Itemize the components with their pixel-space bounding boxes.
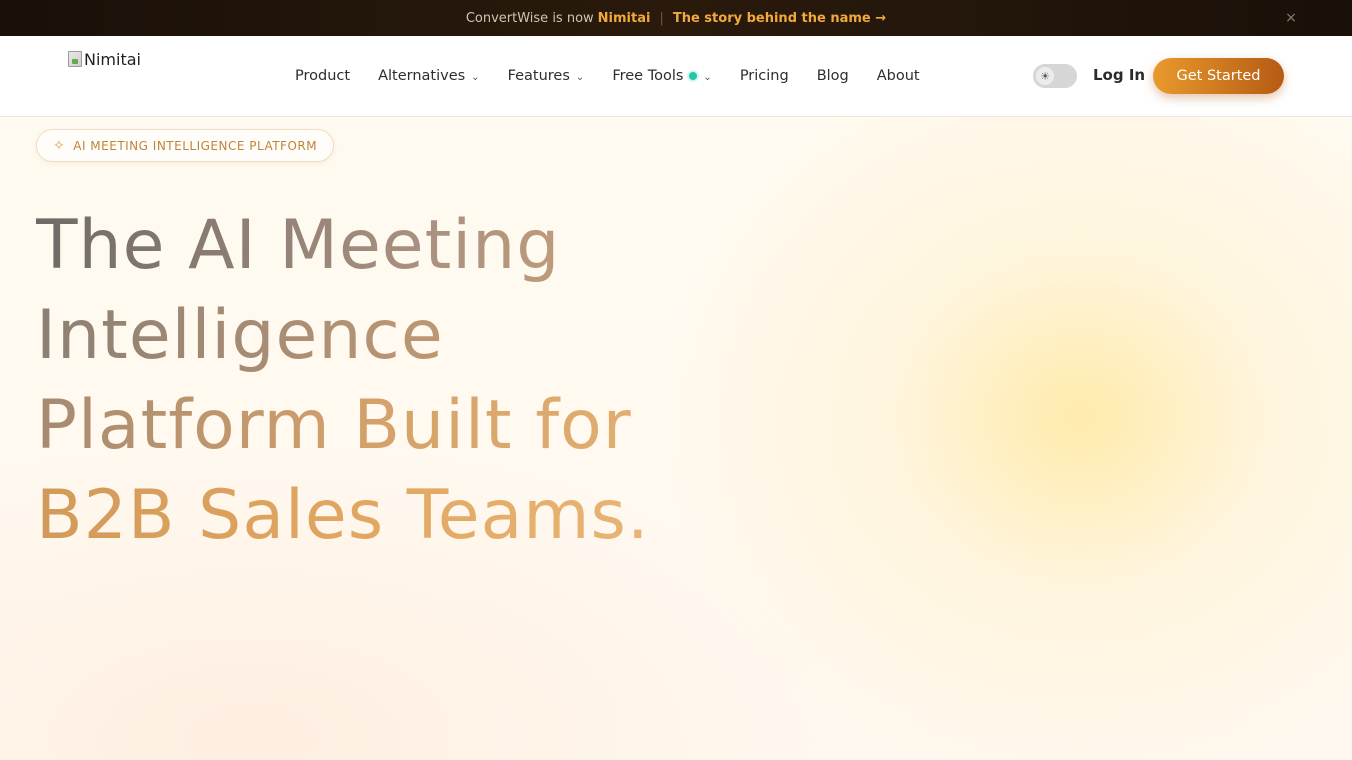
get-started-button[interactable]: Get Started xyxy=(1153,58,1284,94)
broken-image-icon xyxy=(68,51,82,67)
nav-item-label: Product xyxy=(295,68,351,84)
hero-badge: ✧ AI MEETING INTELLIGENCE PLATFORM xyxy=(36,129,335,162)
new-badge-dot xyxy=(689,72,698,80)
chevron-down-icon: ⌄ xyxy=(575,71,585,83)
announcement-separator: | xyxy=(659,10,664,26)
sun-icon: ☀ xyxy=(1036,67,1054,85)
headline-line: Intelligence xyxy=(36,291,676,381)
chevron-down-icon: ⌄ xyxy=(471,71,480,83)
nav-item-product[interactable]: Product xyxy=(295,68,350,84)
sparkle-icon: ✧ xyxy=(53,137,66,154)
hero-section: ✧ AI MEETING INTELLIGENCE PLATFORM The A… xyxy=(0,117,1352,760)
headline-line: The AI Meeting xyxy=(36,201,676,291)
nav-item-features[interactable]: Features ⌄ xyxy=(508,68,585,84)
nav-item-label: Alternatives xyxy=(378,68,466,84)
chevron-down-icon: ⌄ xyxy=(703,71,712,83)
nav-item-alternatives[interactable]: Alternatives ⌄ xyxy=(378,68,480,84)
navbar: Nimitai Product Alternatives ⌄ Features … xyxy=(0,36,1352,117)
hero-headline: The AI Meeting Intelligence Platform Bui… xyxy=(36,201,676,561)
hero-badge-label: AI MEETING INTELLIGENCE PLATFORM xyxy=(73,138,318,153)
nav-item-free-tools[interactable]: Free Tools ⌄ xyxy=(612,68,712,84)
nav-item-blog[interactable]: Blog xyxy=(817,68,849,84)
headline-line: Platform Built for xyxy=(36,381,676,471)
nav-item-about[interactable]: About xyxy=(877,68,920,84)
announcement-story-link[interactable]: The story behind the name → xyxy=(673,11,886,26)
nav-item-label: About xyxy=(876,68,920,84)
main-menu: Product Alternatives ⌄ Features ⌄ Free T… xyxy=(295,36,948,116)
nav-item-label: Blog xyxy=(816,68,849,84)
announcement-bar: ConvertWise is now Nimitai | The story b… xyxy=(0,0,1352,36)
announcement-text: ConvertWise is now xyxy=(465,10,594,26)
nav-item-label: Free Tools xyxy=(612,68,684,84)
nav-item-label: Pricing xyxy=(739,68,789,84)
nav-item-label: Features xyxy=(507,68,570,84)
announcement-brand: Nimitai xyxy=(597,10,651,26)
logo-alt-text: Nimitai xyxy=(84,49,141,69)
headline-line: B2B Sales Teams. xyxy=(36,471,676,561)
logo[interactable]: Nimitai xyxy=(68,48,141,70)
close-icon[interactable]: × xyxy=(1282,9,1300,27)
login-link[interactable]: Log In xyxy=(1093,66,1145,84)
theme-toggle[interactable]: ☀ xyxy=(1033,64,1077,88)
nav-item-pricing[interactable]: Pricing xyxy=(740,68,789,84)
